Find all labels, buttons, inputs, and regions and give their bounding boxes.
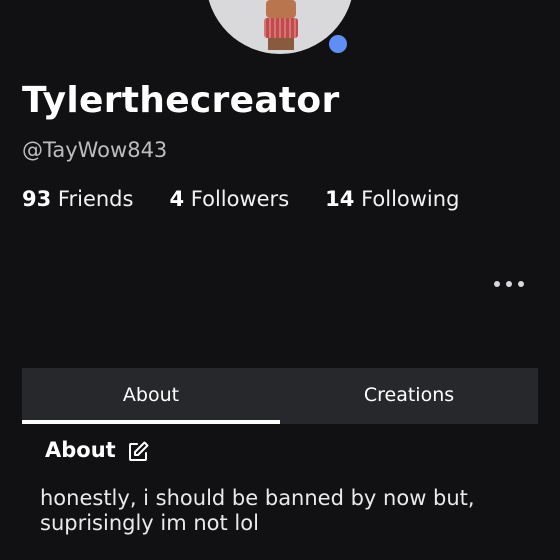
about-description: honestly, i should be banned by now but,… <box>40 486 475 535</box>
more-dot <box>518 281 524 287</box>
about-section-title: About <box>45 436 150 464</box>
stat-followers[interactable]: 4 Followers <box>169 187 289 211</box>
stat-friends[interactable]: 93 Friends <box>22 187 133 211</box>
tab-about[interactable]: About <box>22 368 280 424</box>
username: @TayWow843 <box>22 138 168 162</box>
profile-stats: 93 Friends 4 Followers 14 Following <box>22 187 495 211</box>
about-title: About <box>45 438 116 462</box>
more-dot <box>494 281 500 287</box>
stat-following-count: 14 <box>325 187 355 211</box>
avatar-figure-legs <box>268 38 294 50</box>
edit-icon[interactable] <box>126 440 150 464</box>
profile-tabs: About Creations <box>22 368 538 424</box>
avatar-figure-body <box>264 18 298 38</box>
avatar-figure <box>256 0 306 54</box>
stat-following-label: Following <box>361 187 460 211</box>
online-status-dot <box>327 33 349 55</box>
tab-creations[interactable]: Creations <box>280 368 538 424</box>
more-horizontal-icon[interactable] <box>494 276 524 292</box>
display-name: Tylerthecreator <box>22 80 340 121</box>
stat-followers-label: Followers <box>190 187 290 211</box>
stat-friends-count: 93 <box>22 187 52 211</box>
more-dot <box>506 281 512 287</box>
stat-friends-label: Friends <box>57 187 134 211</box>
avatar-figure-head <box>266 0 296 18</box>
stat-followers-count: 4 <box>169 187 185 211</box>
stat-following[interactable]: 14 Following <box>325 187 459 211</box>
